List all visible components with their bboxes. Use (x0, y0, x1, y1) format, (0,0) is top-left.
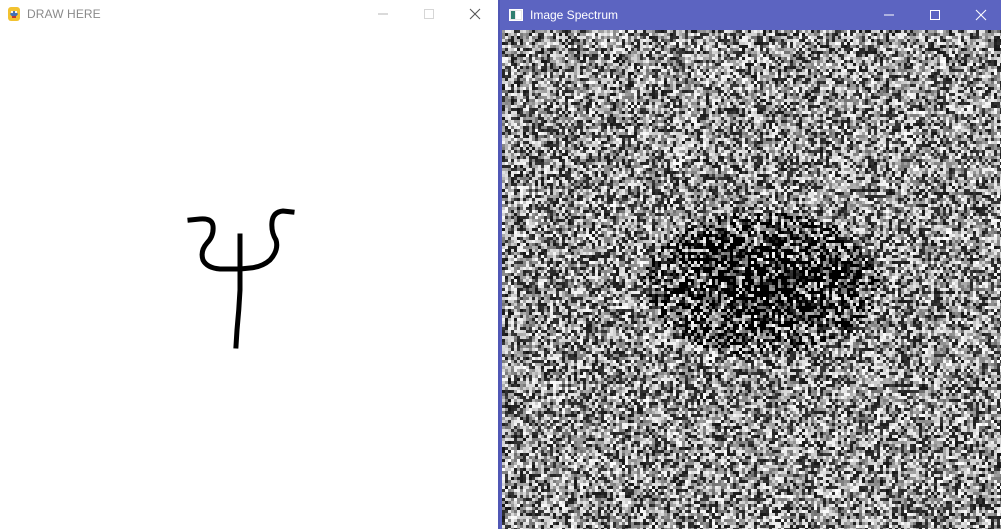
close-button[interactable] (452, 0, 498, 28)
spectrum-image (502, 30, 1001, 529)
close-icon (469, 8, 481, 20)
minimize-icon (378, 13, 388, 15)
draw-window-title: DRAW HERE (27, 7, 101, 21)
close-button[interactable] (958, 0, 1001, 30)
draw-window-titlebar[interactable]: DRAW HERE (0, 0, 498, 28)
spectrum-canvas (502, 30, 1001, 529)
spectrum-window-title: Image Spectrum (530, 8, 619, 22)
maximize-icon (930, 10, 940, 20)
close-icon (975, 9, 987, 21)
maximize-button[interactable] (912, 0, 958, 30)
drawing-canvas[interactable] (0, 28, 498, 529)
draw-window: DRAW HERE (0, 0, 498, 529)
trident-drawing (187, 208, 295, 349)
python-snake-icon (6, 6, 22, 22)
spectrum-window-titlebar[interactable]: Image Spectrum (500, 0, 1001, 30)
image-window-icon (509, 8, 523, 21)
minimize-button[interactable] (360, 0, 406, 28)
minimize-icon (884, 14, 894, 16)
maximize-icon (424, 9, 434, 19)
spectrum-window: Image Spectrum (498, 0, 1001, 529)
minimize-button[interactable] (866, 0, 912, 30)
maximize-button[interactable] (406, 0, 452, 28)
